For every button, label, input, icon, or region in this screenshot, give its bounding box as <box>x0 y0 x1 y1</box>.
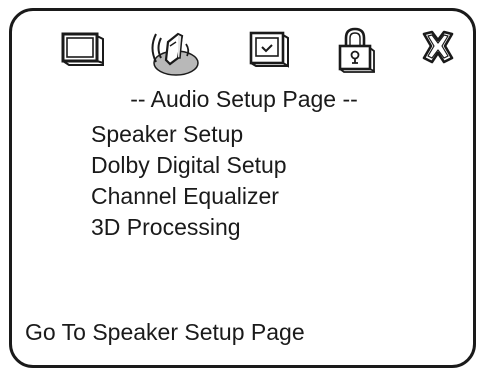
lock-icon-graphic <box>338 27 375 73</box>
menu-item-channel-equalizer[interactable]: Channel Equalizer <box>91 181 287 212</box>
exit-icon[interactable] <box>410 22 466 78</box>
lock-icon[interactable] <box>327 22 383 78</box>
video-screen-icon-graphic <box>249 31 289 68</box>
status-hint: Go To Speaker Setup Page <box>25 319 305 345</box>
page-title: -- Audio Setup Page -- <box>130 86 358 112</box>
tv-icon-graphic <box>61 32 104 66</box>
tv-icon[interactable] <box>54 22 110 78</box>
menu-item-3d-processing[interactable]: 3D Processing <box>91 212 287 243</box>
video-screen-icon[interactable] <box>240 22 296 78</box>
menu-item-dolby-digital-setup[interactable]: Dolby Digital Setup <box>91 150 287 181</box>
audio-setup-menu: Speaker Setup Dolby Digital Setup Channe… <box>91 119 287 243</box>
menu-item-speaker-setup[interactable]: Speaker Setup <box>91 119 287 150</box>
audio-speaker-icon-graphic <box>151 32 199 76</box>
setup-category-bar <box>0 22 488 78</box>
exit-icon-graphic <box>422 30 454 64</box>
audio-speaker-icon[interactable] <box>146 22 202 78</box>
